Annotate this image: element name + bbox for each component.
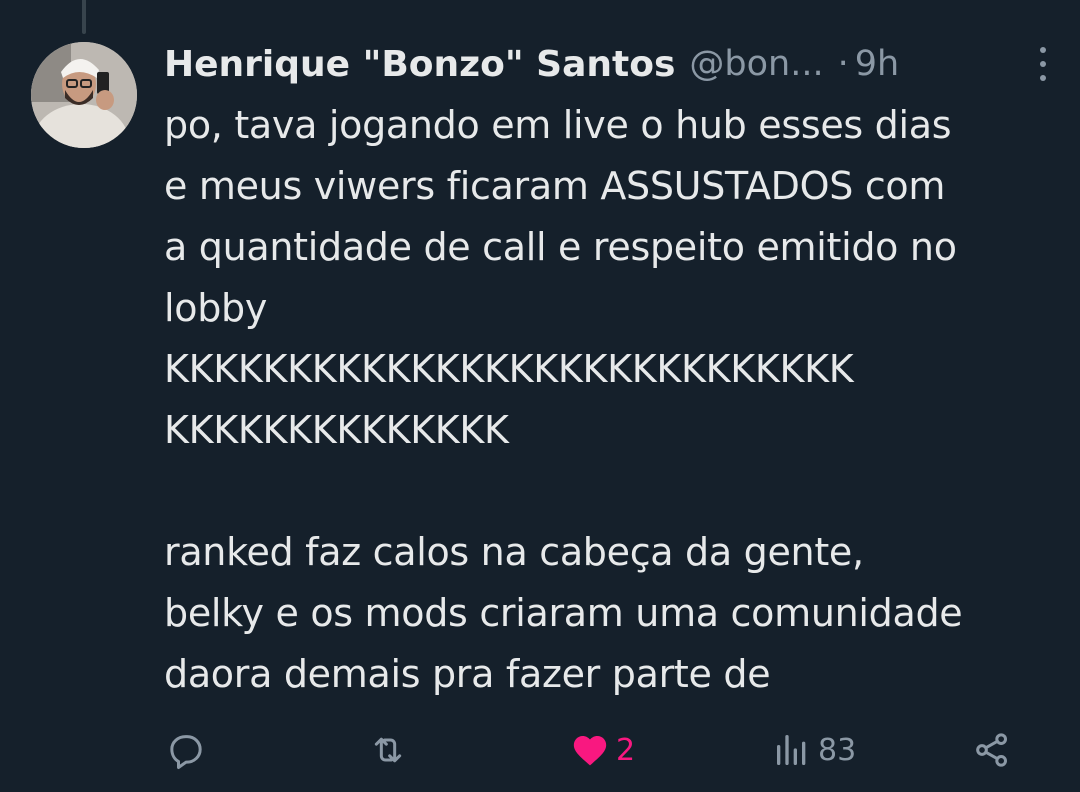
tweet-text: po, tava jogando em live o hub esses dia… [164, 103, 963, 696]
reply-icon [170, 735, 202, 769]
retweet-button[interactable] [368, 730, 414, 770]
heart-icon [573, 736, 607, 766]
share-icon [976, 733, 1007, 767]
thread-connector-line [82, 0, 86, 34]
tweet-actions: 2 83 [0, 720, 1080, 780]
like-count: 2 [616, 732, 636, 768]
retweet-icon [374, 737, 402, 763]
timestamp[interactable]: 9h [855, 44, 899, 84]
more-options-icon[interactable] [1036, 45, 1050, 83]
like-button[interactable]: 2 [570, 730, 635, 770]
views-icon [777, 735, 806, 765]
share-button[interactable] [972, 730, 1018, 770]
avatar[interactable] [31, 42, 137, 148]
views-button[interactable]: 83 [772, 730, 856, 770]
avatar-image [31, 42, 137, 148]
author-handle[interactable]: @bon... [689, 44, 823, 84]
tweet-header: Henrique "Bonzo" Santos @bon... · 9h [164, 38, 1060, 90]
reply-button[interactable] [166, 730, 212, 770]
views-count: 83 [818, 732, 857, 768]
author-name[interactable]: Henrique "Bonzo" Santos [164, 44, 675, 85]
separator-dot: · [837, 44, 849, 84]
